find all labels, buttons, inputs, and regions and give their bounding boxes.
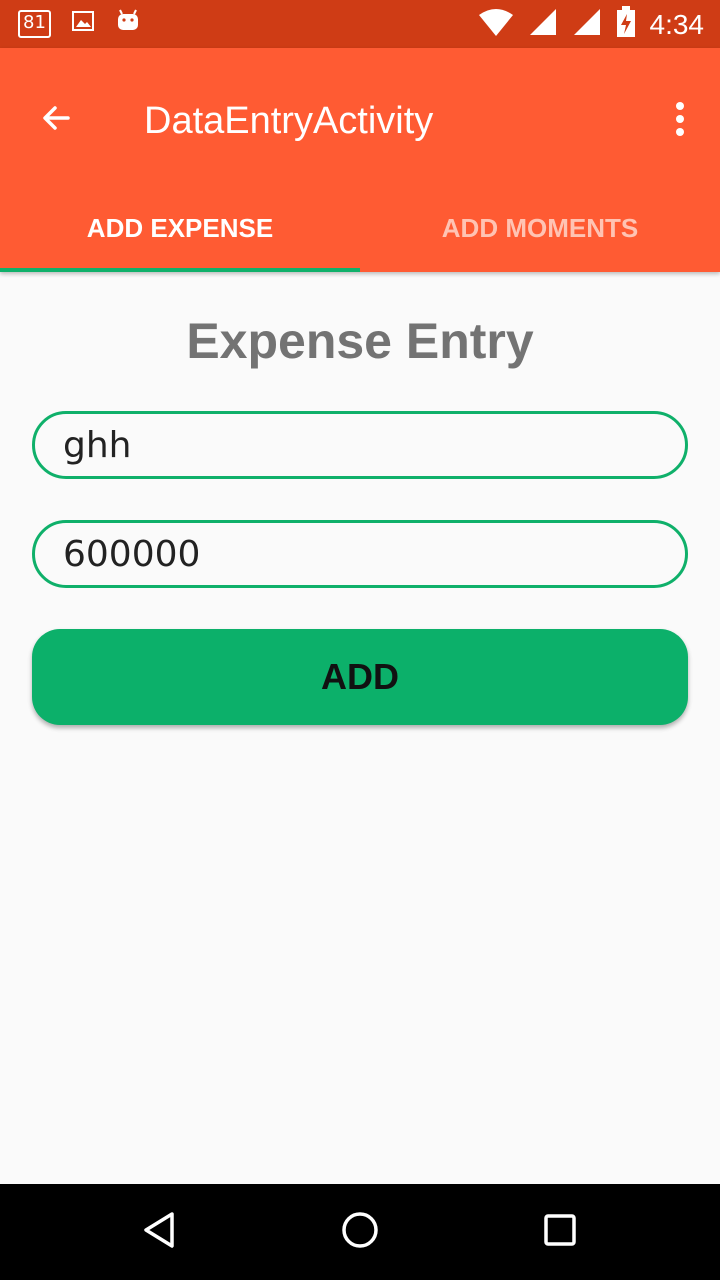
wifi-icon (478, 7, 514, 42)
nav-back-button[interactable] (136, 1208, 184, 1256)
arrow-back-icon (38, 100, 74, 141)
clock: 4:34 (649, 8, 705, 40)
page-title: Expense Entry (186, 313, 534, 369)
signal-icon (572, 7, 602, 42)
back-triangle-icon (140, 1210, 180, 1255)
signal-icon (528, 7, 558, 42)
nav-home-button[interactable] (336, 1208, 384, 1256)
tab-add-moments[interactable]: ADD MOMENTS (360, 184, 720, 272)
more-vert-icon (674, 101, 686, 142)
expense-name-field[interactable]: ghh (32, 411, 688, 479)
recents-square-icon (540, 1210, 580, 1255)
status-bar: 81 4:34 (0, 0, 720, 48)
tab-label: ADD MOMENTS (441, 212, 639, 243)
tab-label: ADD EXPENSE (86, 212, 274, 243)
app-bar: DataEntryActivity ADD EXPENSE ADD MOMENT… (0, 48, 720, 272)
image-icon (71, 9, 95, 38)
expense-form: Expense Entry ghh 600000 ADD (0, 272, 720, 1184)
nav-recents-button[interactable] (536, 1208, 584, 1256)
tab-bar: ADD EXPENSE ADD MOMENTS (0, 184, 720, 272)
expense-amount-field[interactable]: 600000 (32, 520, 688, 588)
tab-add-expense[interactable]: ADD EXPENSE (0, 184, 360, 272)
notification-badge-icon: 81 (18, 9, 51, 38)
back-button[interactable] (30, 94, 82, 146)
overflow-menu-button[interactable] (660, 98, 700, 144)
app-title: DataEntryActivity (144, 100, 434, 142)
add-button[interactable]: ADD (32, 629, 688, 725)
navigation-bar (0, 1184, 720, 1280)
home-circle-icon (340, 1210, 380, 1255)
battery-charging-icon (616, 6, 636, 43)
android-icon (115, 8, 141, 39)
